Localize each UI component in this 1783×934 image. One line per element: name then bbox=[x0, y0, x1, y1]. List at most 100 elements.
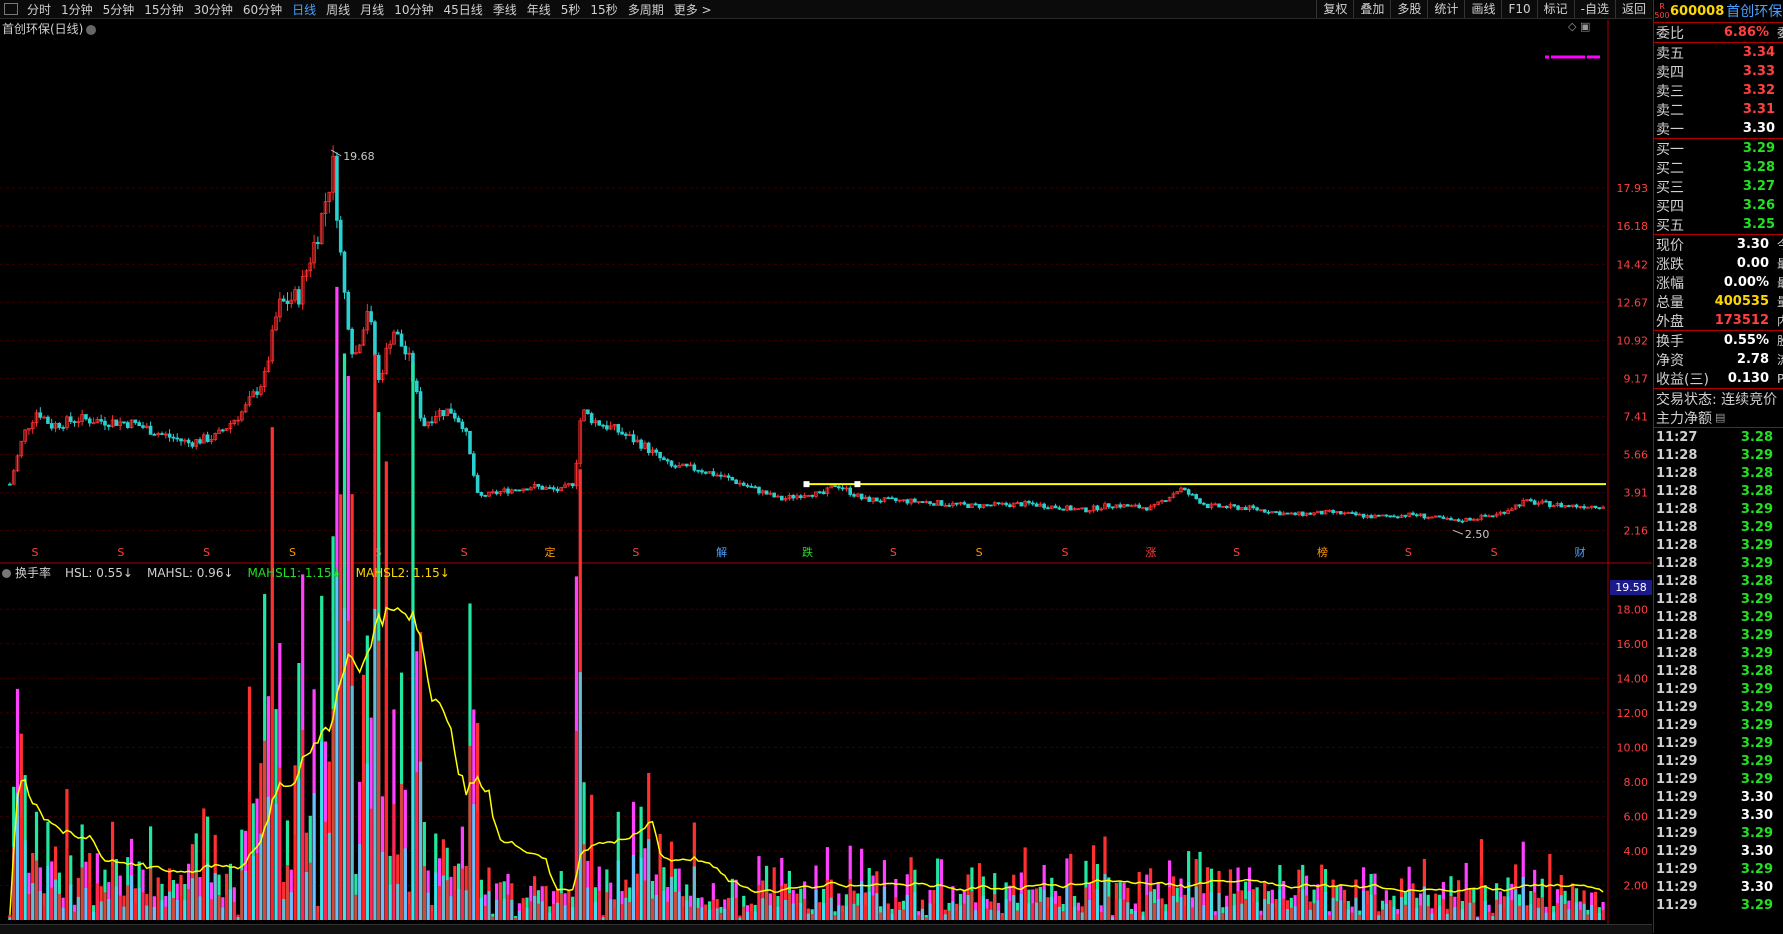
candle-body bbox=[1414, 514, 1419, 517]
turnover-bar-inner bbox=[65, 847, 69, 920]
indicator-axis-tick: 8.00 bbox=[1624, 776, 1649, 789]
turnover-bar-inner bbox=[1506, 896, 1510, 920]
turnover-bar-inner bbox=[179, 895, 183, 920]
candle-body bbox=[376, 355, 381, 380]
indicator-value-3: MAHSL2: 1.15↓ bbox=[355, 566, 450, 580]
candle-body bbox=[68, 416, 73, 422]
turnover-bar-inner bbox=[791, 903, 795, 920]
turnover-bar-inner bbox=[1061, 911, 1065, 920]
turnover-bar-inner bbox=[61, 907, 65, 920]
candle-body bbox=[601, 424, 605, 427]
stat-row-b-1: 净资 2.78 流 bbox=[1654, 350, 1783, 369]
tick-price: 3.29 bbox=[1740, 699, 1773, 715]
bid-level-1[interactable]: 买二 3.28 bbox=[1654, 158, 1783, 177]
turnover-bar-inner bbox=[825, 879, 830, 920]
turnover-bar-inner bbox=[692, 866, 696, 920]
main-flow-toggle-icon[interactable]: ▤ bbox=[1715, 411, 1725, 424]
candle-body bbox=[624, 433, 628, 436]
turnover-bar-inner bbox=[726, 907, 731, 920]
turnover-bar-inner bbox=[1050, 896, 1054, 920]
candle-body bbox=[449, 408, 453, 414]
turnover-bar-inner bbox=[863, 904, 868, 920]
candle-body bbox=[1548, 501, 1552, 508]
candle-body bbox=[673, 465, 678, 468]
candle-body bbox=[878, 500, 883, 503]
candle-body bbox=[84, 414, 88, 420]
candle-body bbox=[1532, 500, 1537, 505]
turnover-bar-inner bbox=[776, 906, 780, 920]
turnover-bar-inner bbox=[72, 911, 77, 920]
turnover-bar-inner bbox=[1304, 895, 1309, 920]
tick-price: 3.29 bbox=[1740, 591, 1773, 607]
candle-body bbox=[833, 485, 837, 488]
candle-body bbox=[586, 409, 590, 414]
turnover-bar-inner bbox=[388, 884, 392, 920]
indicator-axis-tick: 12.00 bbox=[1617, 707, 1649, 720]
bid-level-label: 买一 bbox=[1656, 141, 1684, 158]
ask-level-3[interactable]: 卖二 3.31 bbox=[1654, 100, 1783, 119]
candle-body bbox=[753, 486, 757, 489]
turnover-bar-inner bbox=[1411, 899, 1415, 920]
chart-canvas[interactable]: 17.93 16.18 14.42 12.67 10.92 9.17 7.41 5.66 3.9… bbox=[0, 0, 1652, 924]
turnover-bar-inner bbox=[677, 891, 681, 920]
candle-body bbox=[1251, 505, 1256, 509]
candle-body bbox=[665, 459, 670, 462]
candle-body bbox=[1266, 511, 1271, 514]
candle-body bbox=[631, 434, 636, 443]
indicator-dropdown-icon[interactable] bbox=[2, 569, 11, 578]
turnover-bar-inner bbox=[666, 901, 670, 920]
bid-level-2[interactable]: 买三 3.27 bbox=[1654, 177, 1783, 196]
tick-time: 11:29 bbox=[1656, 879, 1698, 895]
bid-level-4[interactable]: 买五 3.25 bbox=[1654, 215, 1783, 234]
bid-level-0[interactable]: 买一 3.29 bbox=[1654, 139, 1783, 158]
candle-body bbox=[764, 490, 769, 495]
stat-row-b-value: 2.78 bbox=[1736, 352, 1769, 367]
bid-levels: 买一 3.29 买二 3.28 买三 3.27 买四 3.26 买五 3.25 bbox=[1654, 139, 1783, 234]
turnover-bar-inner bbox=[1015, 910, 1020, 920]
turnover-bar-inner bbox=[1126, 902, 1130, 920]
turnover-bar-inner bbox=[681, 906, 685, 920]
turnover-bar-inner bbox=[928, 903, 932, 920]
turnover-bar-inner bbox=[1095, 889, 1099, 920]
ask-level-2[interactable]: 卖三 3.32 bbox=[1654, 81, 1783, 100]
turnover-bar-inner bbox=[209, 899, 214, 920]
ask-level-4[interactable]: 卖一 3.30 bbox=[1654, 119, 1783, 138]
turnover-bar-inner bbox=[1521, 876, 1525, 920]
bid-level-price: 3.29 bbox=[1742, 141, 1775, 156]
event-marker: 解 bbox=[716, 545, 727, 559]
turnover-bar-inner bbox=[1491, 916, 1495, 920]
turnover-bar-inner bbox=[198, 896, 202, 920]
tick-time: 11:28 bbox=[1656, 447, 1698, 463]
turnover-bar-inner bbox=[989, 909, 993, 920]
candle-body bbox=[99, 419, 103, 422]
indicator-axis-max-badge: 19.58 bbox=[1610, 580, 1652, 595]
turnover-bar-inner bbox=[1578, 909, 1582, 920]
turnover-bar-inner bbox=[415, 772, 419, 920]
turnover-bar-inner bbox=[1399, 897, 1404, 920]
ask-level-0[interactable]: 卖五 3.34 bbox=[1654, 43, 1783, 62]
turnover-bar-inner bbox=[802, 898, 807, 920]
turnover-bar-inner bbox=[704, 911, 708, 920]
indicator-axis-tick: 14.00 bbox=[1617, 672, 1649, 685]
turnover-bar-inner bbox=[1533, 892, 1537, 920]
turnover-bar-inner bbox=[118, 895, 122, 920]
candle-body bbox=[1338, 511, 1343, 515]
candle-body bbox=[1198, 498, 1202, 504]
turnover-bar-inner bbox=[1301, 889, 1305, 920]
candle-body bbox=[620, 431, 624, 435]
main-flow-row[interactable]: 主力净额 ▤ bbox=[1654, 408, 1783, 427]
candle-body bbox=[342, 251, 347, 293]
ask-level-1[interactable]: 卖四 3.33 bbox=[1654, 62, 1783, 81]
candle-body bbox=[1186, 489, 1191, 495]
event-marker: 定 bbox=[545, 545, 556, 559]
turnover-bar-inner bbox=[860, 880, 864, 920]
candle-body bbox=[38, 412, 43, 418]
turnover-bar-inner bbox=[110, 865, 115, 920]
stat-row-value: 3.30 bbox=[1736, 237, 1769, 252]
turnover-bar-inner bbox=[1323, 891, 1328, 920]
tick-time: 11:29 bbox=[1656, 681, 1698, 697]
turnover-bar-inner bbox=[833, 915, 837, 920]
turnover-bar-inner bbox=[369, 808, 373, 920]
turnover-bar-inner bbox=[8, 917, 12, 920]
bid-level-3[interactable]: 买四 3.26 bbox=[1654, 196, 1783, 215]
